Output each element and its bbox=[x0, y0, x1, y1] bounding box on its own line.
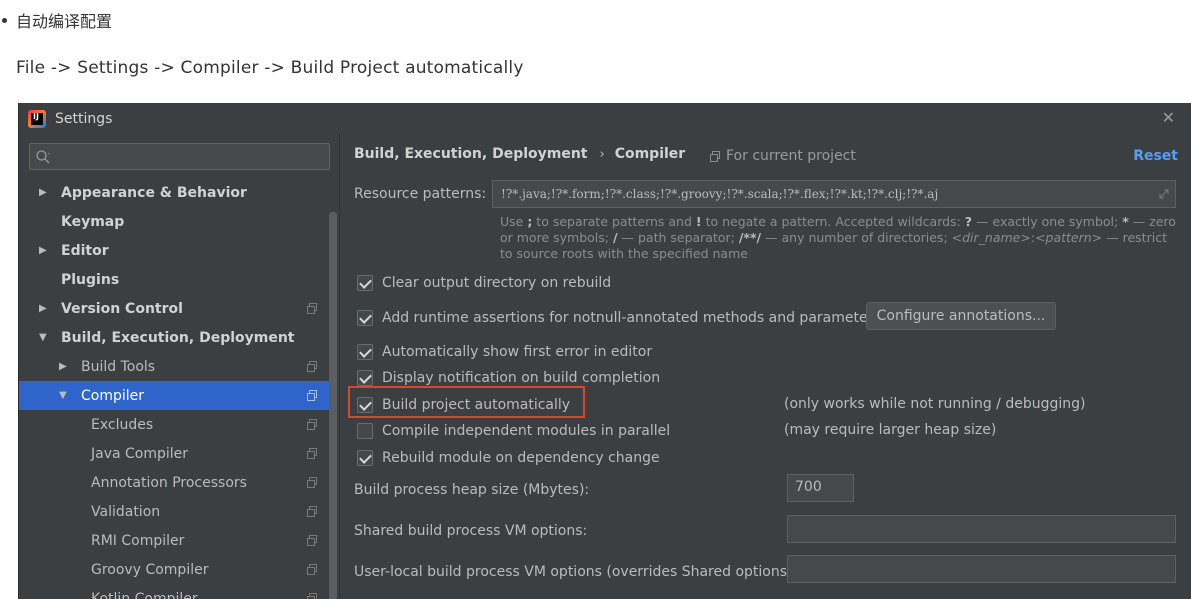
intellij-app-icon: IJ bbox=[28, 109, 46, 128]
project-scope-icon bbox=[307, 593, 317, 599]
user-local-vm-options-input[interactable] bbox=[787, 555, 1176, 583]
search-icon bbox=[36, 150, 50, 164]
user-local-vm-options-label: User-local build process VM options (ove… bbox=[354, 564, 798, 580]
configure-annotations-button[interactable]: Configure annotations... bbox=[866, 302, 1056, 330]
sidebar-item-label: Keymap bbox=[61, 213, 125, 230]
sidebar-item-label: Build, Execution, Deployment bbox=[61, 329, 295, 346]
breadcrumb-separator: › bbox=[599, 146, 605, 162]
sidebar-item-rmi-compiler[interactable]: RMI Compiler bbox=[19, 526, 329, 555]
for-current-project-label: For current project bbox=[710, 148, 856, 164]
sidebar-item-label: Compiler bbox=[81, 387, 145, 404]
settings-search-input[interactable] bbox=[29, 143, 330, 170]
project-scope-icon bbox=[307, 419, 317, 430]
sidebar-item-label: Appearance & Behavior bbox=[61, 184, 247, 201]
sidebar-item-keymap[interactable]: Keymap bbox=[19, 207, 329, 236]
project-scope-icon bbox=[710, 150, 720, 162]
show-first-error-checkbox[interactable] bbox=[357, 344, 373, 360]
sidebar-item-label: RMI Compiler bbox=[91, 532, 185, 549]
display-notification-checkbox[interactable] bbox=[357, 370, 373, 386]
shared-vm-options-input[interactable] bbox=[787, 515, 1176, 543]
sidebar-item-label: Build Tools bbox=[81, 358, 156, 375]
settings-path-text: File -> Settings -> Compiler -> Build Pr… bbox=[16, 58, 524, 78]
sidebar-item-kotlin-compiler[interactable]: Kotlin Compiler bbox=[19, 584, 329, 599]
sidebar-scrollbar[interactable] bbox=[329, 212, 337, 599]
rebuild-module-row[interactable]: Rebuild module on dependency change bbox=[357, 448, 660, 468]
sidebar-item-label: Excludes bbox=[91, 416, 154, 433]
settings-sidebar: ▶ Appearance & Behavior Keymap ▶ Editor Plugi… bbox=[19, 134, 339, 599]
show-first-error-row[interactable]: Automatically show first error in editor bbox=[357, 342, 652, 362]
sidebar-item-label: Version Control bbox=[61, 300, 183, 317]
sidebar-item-label: Editor bbox=[61, 242, 109, 259]
collapsed-arrow-icon[interactable]: ▶ bbox=[39, 245, 53, 256]
expanded-arrow-icon[interactable]: ▼ bbox=[39, 332, 53, 343]
sidebar-item-build-tools[interactable]: ▶ Build Tools bbox=[19, 352, 329, 381]
compile-parallel-checkbox[interactable] bbox=[357, 423, 373, 439]
sidebar-item-validation[interactable]: Validation bbox=[19, 497, 329, 526]
breadcrumb-current: Compiler bbox=[614, 146, 686, 162]
sidebar-item-label: Validation bbox=[91, 503, 161, 520]
title-bar: IJ Settings ✕ bbox=[19, 103, 1191, 134]
bullet-line: 自动编译配置 bbox=[0, 8, 112, 32]
project-scope-icon bbox=[307, 535, 317, 546]
settings-tree: ▶ Appearance & Behavior Keymap ▶ Editor Plugi… bbox=[19, 178, 329, 599]
sidebar-item-java-compiler[interactable]: Java Compiler bbox=[19, 439, 329, 468]
sidebar-item-plugins[interactable]: Plugins bbox=[19, 265, 329, 294]
bullet-dot bbox=[2, 17, 7, 23]
sidebar-item-editor[interactable]: ▶ Editor bbox=[19, 236, 329, 265]
bullet-text: 自动编译配置 bbox=[16, 12, 113, 31]
runtime-assertions-row[interactable]: Add runtime assertions for notnull-annot… bbox=[357, 308, 881, 328]
sidebar-item-appearance-behavior[interactable]: ▶ Appearance & Behavior bbox=[19, 178, 329, 207]
expanded-arrow-icon[interactable]: ▼ bbox=[59, 390, 73, 401]
project-scope-icon bbox=[307, 564, 317, 575]
breadcrumb: Build, Execution, Deployment › Compiler bbox=[354, 146, 685, 162]
project-scope-icon bbox=[307, 390, 317, 401]
resource-patterns-label: Resource patterns: bbox=[354, 186, 487, 202]
heap-size-input[interactable]: 700 bbox=[787, 474, 854, 502]
rebuild-module-checkbox[interactable] bbox=[357, 450, 373, 466]
sidebar-item-compiler[interactable]: ▼ Compiler bbox=[19, 381, 329, 410]
compiler-settings-panel: Build, Execution, Deployment › Compiler … bbox=[339, 134, 1191, 599]
project-scope-icon bbox=[307, 506, 317, 517]
reset-link[interactable]: Reset bbox=[1133, 148, 1178, 164]
collapsed-arrow-icon[interactable]: ▶ bbox=[59, 361, 73, 372]
breadcrumb-parent[interactable]: Build, Execution, Deployment bbox=[354, 146, 588, 162]
project-scope-icon bbox=[307, 361, 317, 372]
sidebar-item-label: Kotlin Compiler bbox=[91, 590, 198, 599]
sidebar-item-annotation-processors[interactable]: Annotation Processors bbox=[19, 468, 329, 497]
sidebar-item-version-control[interactable]: ▶ Version Control bbox=[19, 294, 329, 323]
project-scope-icon bbox=[307, 448, 317, 459]
expand-icon[interactable] bbox=[1159, 189, 1169, 199]
clear-output-checkbox[interactable] bbox=[357, 275, 373, 291]
heap-size-label: Build process heap size (Mbytes): bbox=[354, 482, 590, 498]
compile-parallel-row[interactable]: Compile independent modules in parallel bbox=[357, 421, 670, 441]
build-automatically-row[interactable]: Build project automatically bbox=[357, 395, 570, 415]
build-automatically-checkbox[interactable] bbox=[357, 397, 373, 413]
settings-window: IJ Settings ✕ ▶ Appearance & Behavior Keym… bbox=[18, 103, 1191, 599]
sidebar-item-label: Annotation Processors bbox=[91, 474, 247, 491]
sidebar-item-groovy-compiler[interactable]: Groovy Compiler bbox=[19, 555, 329, 584]
collapsed-arrow-icon[interactable]: ▶ bbox=[39, 303, 53, 314]
display-notification-row[interactable]: Display notification on build completion bbox=[357, 368, 660, 388]
project-scope-icon bbox=[307, 303, 317, 314]
resource-patterns-hint: Use ; to separate patterns and ! to nega… bbox=[500, 214, 1176, 261]
build-automatically-note: (only works while not running / debuggin… bbox=[784, 396, 1086, 412]
project-scope-icon bbox=[307, 477, 317, 488]
resource-patterns-input[interactable]: !?*.java;!?*.form;!?*.class;!?*.groovy;!… bbox=[492, 180, 1176, 208]
sidebar-item-label: Java Compiler bbox=[91, 445, 189, 462]
compile-parallel-note: (may require larger heap size) bbox=[784, 422, 997, 438]
sidebar-item-excludes[interactable]: Excludes bbox=[19, 410, 329, 439]
close-icon[interactable]: ✕ bbox=[1162, 108, 1175, 127]
sidebar-item-label: Groovy Compiler bbox=[91, 561, 209, 578]
runtime-assertions-checkbox[interactable] bbox=[357, 310, 373, 326]
clear-output-checkbox-row[interactable]: Clear output directory on rebuild bbox=[357, 273, 611, 293]
sidebar-item-label: Plugins bbox=[61, 271, 120, 288]
collapsed-arrow-icon[interactable]: ▶ bbox=[39, 187, 53, 198]
shared-vm-options-label: Shared build process VM options: bbox=[354, 523, 588, 539]
window-title: Settings bbox=[55, 110, 113, 127]
sidebar-item-build-execution-deployment[interactable]: ▼ Build, Execution, Deployment bbox=[19, 323, 329, 352]
